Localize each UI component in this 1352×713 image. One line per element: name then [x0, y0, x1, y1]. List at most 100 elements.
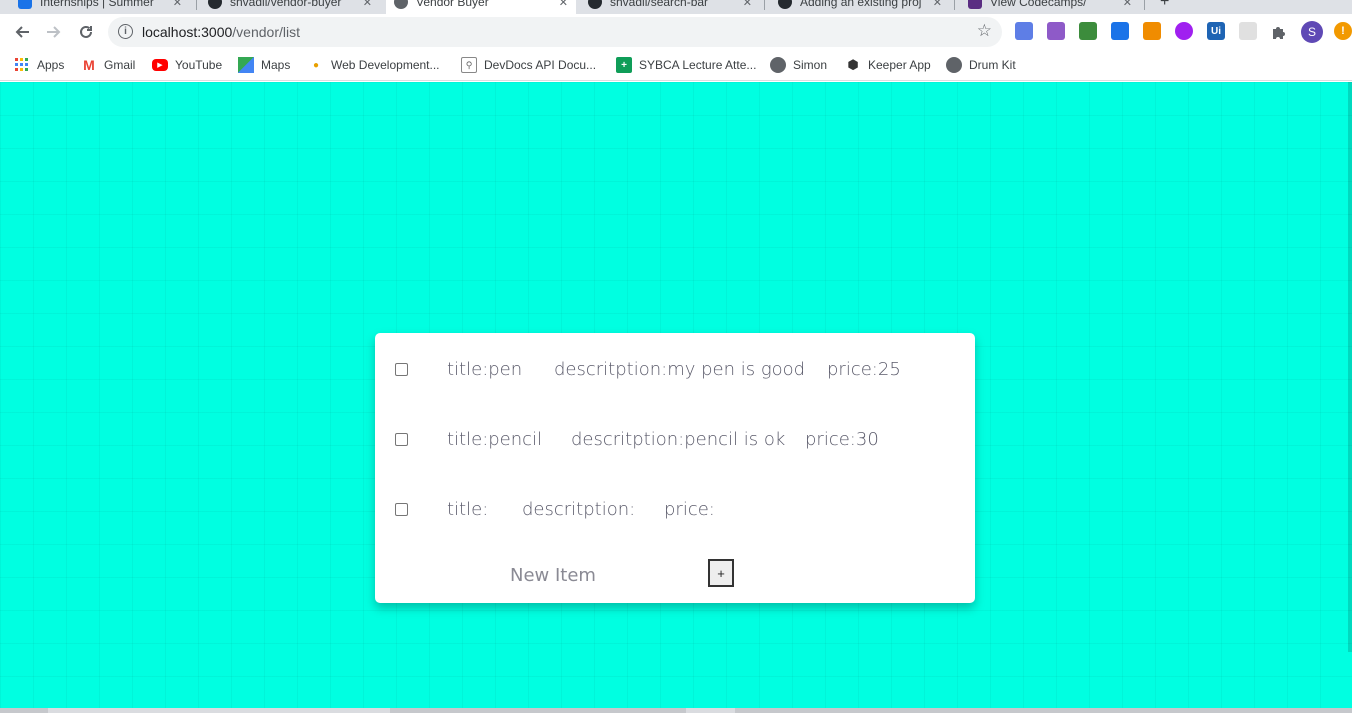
bookmark-maps[interactable]: Maps — [238, 56, 290, 74]
apps-grid-icon — [14, 57, 30, 73]
bookmark-label: DevDocs API Docu... — [484, 58, 597, 72]
page-scrollbar[interactable] — [1348, 82, 1352, 652]
bookmark-label: Maps — [261, 58, 291, 72]
bookmark-gmail[interactable]: M Gmail — [81, 56, 135, 74]
extension-icon[interactable] — [1015, 22, 1033, 40]
bookmark-simon[interactable]: Simon — [770, 56, 827, 74]
item-title: title: — [447, 498, 489, 520]
tab-close-icon[interactable]: ✕ — [363, 0, 372, 9]
star-icon[interactable]: ☆ — [977, 21, 992, 41]
tab-close-icon[interactable]: ✕ — [559, 0, 568, 9]
extensions-button[interactable] — [1265, 18, 1293, 46]
info-icon[interactable]: i — [118, 24, 133, 39]
bookmark-sybca[interactable]: + SYBCA Lecture Atte... — [616, 56, 756, 74]
tab-close-icon[interactable]: ✕ — [933, 0, 942, 9]
tab-close-icon[interactable]: ✕ — [173, 0, 182, 9]
reload-icon — [80, 25, 92, 38]
item-checkbox[interactable] — [395, 362, 408, 376]
tab-separator — [196, 0, 197, 10]
bookmark-label: Gmail — [104, 58, 136, 72]
extension-icon[interactable] — [1111, 22, 1129, 40]
devdocs-icon: ⚲ — [461, 57, 477, 73]
bookmark-label: Keeper App — [868, 58, 931, 72]
tab-separator — [1144, 0, 1145, 10]
back-button[interactable] — [8, 18, 36, 46]
tab-vendor-buyer-repo[interactable]: shvadil/vendor-buyer ✕ — [200, 0, 380, 14]
item-price: price:30 — [805, 428, 879, 450]
tab-search-bar-repo[interactable]: shvadil/search-bar ✕ — [580, 0, 760, 14]
item-description: descritption:my pen is good — [554, 358, 806, 380]
bookmark-label: SYBCA Lecture Atte... — [639, 58, 757, 72]
vendor-list-card: title:pen descritption:my pen is good pr… — [375, 333, 975, 603]
tab-adding-project[interactable]: Adding an existing proj ✕ — [770, 0, 950, 14]
tab-favicon-icon — [18, 0, 32, 9]
tab-label: shvadil/search-bar — [610, 0, 709, 9]
item-title: title:pencil — [447, 428, 543, 450]
reload-button[interactable] — [72, 18, 100, 46]
new-item-input[interactable] — [510, 562, 700, 588]
extension-icon[interactable] — [1143, 22, 1161, 40]
url-host: localhost:3000 — [142, 24, 233, 40]
extension-icon[interactable] — [1079, 22, 1097, 40]
scrollbar-segment — [735, 708, 1352, 713]
profile-avatar[interactable]: S — [1301, 21, 1323, 43]
extension-label: Ui — [1211, 25, 1221, 37]
tab-vendor-buyer-active[interactable]: Vendor Buyer ✕ — [386, 0, 576, 14]
add-item-button[interactable]: + — [708, 559, 734, 587]
item-checkbox[interactable] — [395, 502, 408, 516]
horizontal-scrollbar[interactable] — [0, 708, 1352, 713]
codesandbox-icon: ⬢ — [847, 57, 859, 72]
address-bar[interactable]: i localhost:3000/vendor/list ☆ — [108, 17, 1002, 47]
bookmark-label: Simon — [793, 58, 828, 72]
github-icon — [208, 0, 222, 9]
forward-button[interactable] — [40, 18, 68, 46]
tab-separator — [764, 0, 765, 10]
extension-icon[interactable] — [1047, 22, 1065, 40]
bookmark-web-development[interactable]: ● Web Development... — [308, 56, 440, 74]
tab-close-icon[interactable]: ✕ — [743, 0, 752, 9]
item-price: price:25 — [827, 358, 901, 380]
page-background: title:pen descritption:my pen is good pr… — [0, 82, 1352, 713]
gmail-icon: M — [83, 57, 95, 73]
bookmark-keeper-app[interactable]: ⬢ Keeper App — [845, 56, 931, 74]
url-text[interactable]: localhost:3000/vendor/list — [142, 24, 300, 40]
tab-label: Internships | Summer — [40, 0, 154, 9]
bookmark-icon: ● — [312, 59, 320, 71]
kebab-menu-icon: ! — [1341, 25, 1345, 37]
tab-label: View Codecamps/ — [990, 0, 1087, 9]
tab-label: Adding an existing proj — [800, 0, 922, 9]
bookmark-label: Web Development... — [331, 58, 440, 72]
extension-icon[interactable] — [1175, 22, 1193, 40]
puzzle-icon — [1273, 27, 1285, 39]
bookmark-devdocs[interactable]: ⚲ DevDocs API Docu... — [461, 56, 596, 74]
globe-icon — [946, 57, 962, 73]
bookmark-label: Drum Kit — [969, 58, 1016, 72]
item-title: title:pen — [447, 358, 523, 380]
tab-label: shvadil/vendor-buyer — [230, 0, 342, 9]
new-tab-button[interactable]: + — [1152, 0, 1176, 14]
list-item: title: descritption: price: — [375, 494, 975, 524]
extension-icon[interactable] — [1239, 22, 1257, 40]
bookmark-youtube[interactable]: ▶ YouTube — [152, 56, 222, 74]
bookmarks-bar: Apps M Gmail ▶ YouTube Maps ● Web Develo… — [0, 50, 1352, 81]
bookmark-apps[interactable]: Apps — [14, 56, 64, 74]
tab-close-icon[interactable]: ✕ — [1123, 0, 1132, 9]
scrollbar-segment — [390, 708, 686, 713]
youtube-icon: ▶ — [152, 59, 168, 71]
sheets-icon: + — [616, 57, 632, 73]
item-description: descritption:pencil is ok — [571, 428, 786, 450]
tab-codecamps[interactable]: View Codecamps/ ✕ — [960, 0, 1140, 14]
arrow-left-icon — [15, 26, 29, 38]
item-description: descritption: — [522, 498, 636, 520]
bookmark-label: YouTube — [175, 58, 223, 72]
bookmark-drum-kit[interactable]: Drum Kit — [946, 56, 1016, 74]
github-icon — [588, 0, 602, 9]
profile-initial: S — [1307, 25, 1316, 39]
update-menu-button[interactable]: ! — [1334, 22, 1352, 40]
url-path: /vendor/list — [232, 24, 300, 40]
tab-label: Vendor Buyer — [416, 0, 489, 9]
tab-internships[interactable]: Internships | Summer ✕ — [10, 0, 190, 14]
item-checkbox[interactable] — [395, 432, 408, 446]
tab-strip: Internships | Summer ✕ shvadil/vendor-bu… — [0, 0, 1352, 14]
extension-icon[interactable]: Ui — [1207, 22, 1225, 40]
